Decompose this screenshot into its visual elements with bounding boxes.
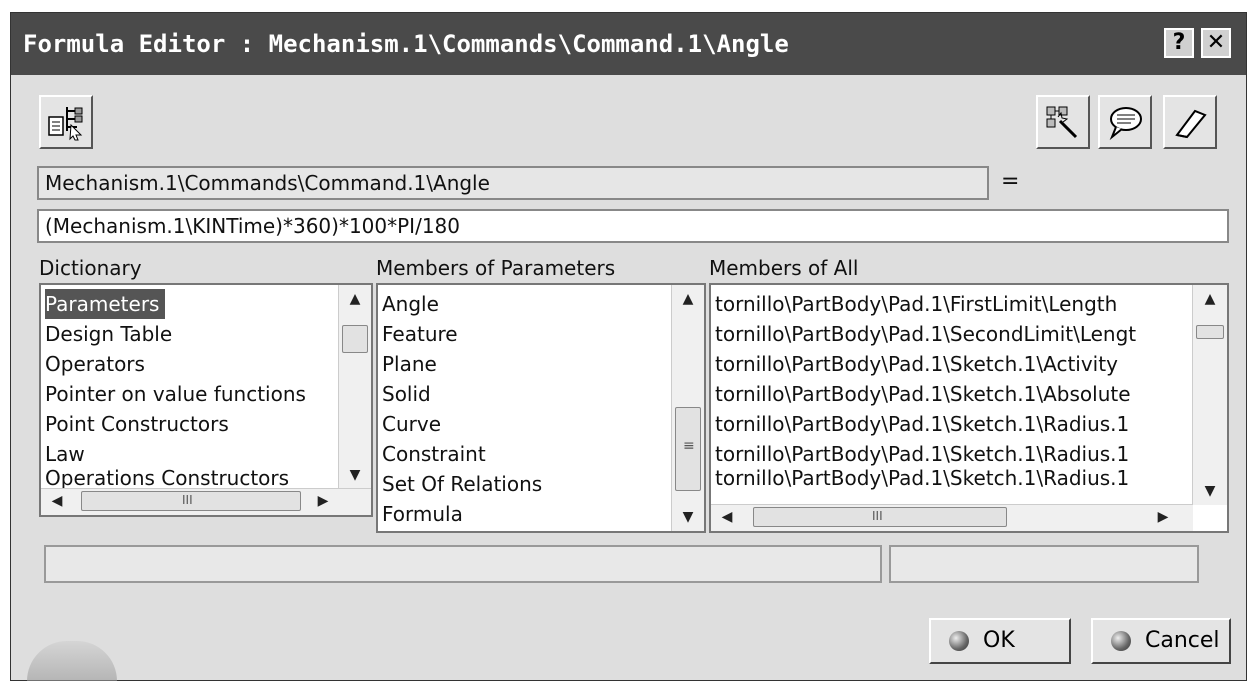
help-button[interactable]: ? — [1164, 28, 1194, 58]
formula-tree-icon — [48, 107, 83, 141]
grip-icon: ≡ — [683, 438, 695, 454]
pointer-wand-icon — [1046, 106, 1078, 139]
equals-sign: = — [1001, 169, 1020, 194]
all-vertical-scrollbar[interactable]: ▲ ▼ — [1192, 285, 1227, 505]
scroll-right-arrow-icon[interactable]: ▶ — [311, 491, 335, 511]
title-bar[interactable]: Formula Editor : Mechanism.1\Commands\Co… — [11, 13, 1246, 75]
dictionary-list[interactable]: Parameters Design Table Operators Pointe… — [39, 283, 373, 517]
all-horizontal-scrollbar[interactable]: ◀ III ▶ — [711, 504, 1193, 531]
dictionary-horizontal-scrollbar[interactable]: ◀ III ▶ — [41, 488, 371, 515]
dictionary-item[interactable]: Operators — [45, 349, 145, 379]
scroll-right-arrow-icon[interactable]: ▶ — [1151, 507, 1175, 527]
cancel-label: Cancel — [1145, 628, 1220, 653]
dictionary-item[interactable]: Pointer on value functions — [45, 379, 306, 409]
parameter-member-item[interactable]: Solid — [382, 379, 431, 409]
dictionary-vertical-scrollbar[interactable]: ▲ ▼ — [338, 285, 371, 489]
cancel-ball-icon — [1111, 631, 1131, 651]
all-member-item[interactable]: tornillo\PartBody\Pad.1\Sketch.1\Radius.… — [715, 463, 1129, 493]
all-member-item[interactable]: tornillo\PartBody\Pad.1\Sketch.1\Activit… — [715, 349, 1118, 379]
ok-label: OK — [983, 628, 1015, 653]
members-of-parameters-label: Members of Parameters — [376, 256, 616, 280]
dictionary-label: Dictionary — [39, 256, 142, 280]
scroll-down-arrow-icon[interactable]: ▼ — [676, 507, 700, 527]
close-button[interactable]: ✕ — [1201, 28, 1231, 58]
help-icon: ? — [1172, 30, 1186, 55]
all-member-item[interactable]: tornillo\PartBody\Pad.1\Sketch.1\Absolut… — [715, 379, 1131, 409]
scroll-left-arrow-icon[interactable]: ◀ — [715, 507, 739, 527]
members-of-parameters-list[interactable]: Angle Feature Plane Solid Curve Constrai… — [376, 283, 706, 533]
parameter-member-item[interactable]: Angle — [382, 289, 439, 319]
erase-button[interactable] — [1163, 95, 1217, 149]
dictionary-hscroll-thumb[interactable]: III — [81, 491, 301, 511]
eraser-icon — [1175, 109, 1207, 139]
parameter-member-item[interactable]: Set Of Relations — [382, 469, 542, 499]
grip-icon: III — [872, 509, 883, 523]
formula-editor-dialog: Formula Editor : Mechanism.1\Commands\Co… — [10, 12, 1247, 681]
ok-ball-icon — [949, 631, 969, 651]
cancel-button[interactable]: Cancel — [1091, 618, 1231, 664]
comment-button[interactable] — [1098, 95, 1152, 149]
parameter-member-item[interactable]: Constraint — [382, 439, 486, 469]
all-member-item[interactable]: tornillo\PartBody\Pad.1\Sketch.1\Radius.… — [715, 409, 1129, 439]
parameter-member-item[interactable]: Curve — [382, 409, 441, 439]
decorative-swoosh — [27, 641, 117, 681]
dictionary-scroll-thumb[interactable] — [342, 325, 368, 353]
parameters-scroll-thumb[interactable]: ≡ — [675, 407, 701, 491]
comment-bubble-icon — [1109, 107, 1142, 141]
scroll-up-arrow-icon[interactable]: ▲ — [1198, 289, 1222, 309]
formula-tree-button[interactable] — [39, 95, 93, 149]
select-pointer-button[interactable] — [1036, 95, 1090, 149]
status-field-right — [889, 545, 1199, 583]
scroll-up-arrow-icon[interactable]: ▲ — [343, 289, 367, 309]
scroll-down-arrow-icon[interactable]: ▼ — [1198, 481, 1222, 501]
parameter-member-item[interactable]: Plane — [382, 349, 437, 379]
grip-icon: III — [182, 493, 193, 507]
members-of-all-list[interactable]: tornillo\PartBody\Pad.1\FirstLimit\Lengt… — [709, 283, 1229, 533]
formula-input[interactable]: (Mechanism.1\KINTime)*360)*100*PI/180 — [37, 209, 1229, 243]
parameter-member-item[interactable]: Feature — [382, 319, 458, 349]
dictionary-item[interactable]: Parameters — [45, 289, 166, 319]
members-of-all-label: Members of All — [709, 256, 859, 280]
all-hscroll-thumb[interactable]: III — [753, 507, 1007, 527]
parameter-name-field: Mechanism.1\Commands\Command.1\Angle — [37, 166, 989, 200]
dialog-title: Formula Editor : Mechanism.1\Commands\Co… — [23, 30, 789, 58]
all-member-item[interactable]: tornillo\PartBody\Pad.1\FirstLimit\Lengt… — [715, 289, 1117, 319]
parameters-vertical-scrollbar[interactable]: ▲ ≡ ▼ — [671, 285, 704, 531]
formula-text: (Mechanism.1\KINTime)*360)*100*PI/180 — [45, 214, 460, 238]
all-scroll-thumb[interactable] — [1196, 325, 1224, 339]
ok-button[interactable]: OK — [929, 618, 1071, 664]
dictionary-item[interactable]: Design Table — [45, 319, 172, 349]
parameter-member-item[interactable]: Formula — [382, 499, 463, 529]
status-field-left — [44, 545, 882, 583]
scroll-down-arrow-icon[interactable]: ▼ — [343, 465, 367, 485]
scroll-left-arrow-icon[interactable]: ◀ — [45, 491, 69, 511]
all-member-item[interactable]: tornillo\PartBody\Pad.1\SecondLimit\Leng… — [715, 319, 1136, 349]
scroll-up-arrow-icon[interactable]: ▲ — [676, 289, 700, 309]
close-icon: ✕ — [1206, 30, 1226, 55]
dictionary-item[interactable]: Point Constructors — [45, 409, 229, 439]
